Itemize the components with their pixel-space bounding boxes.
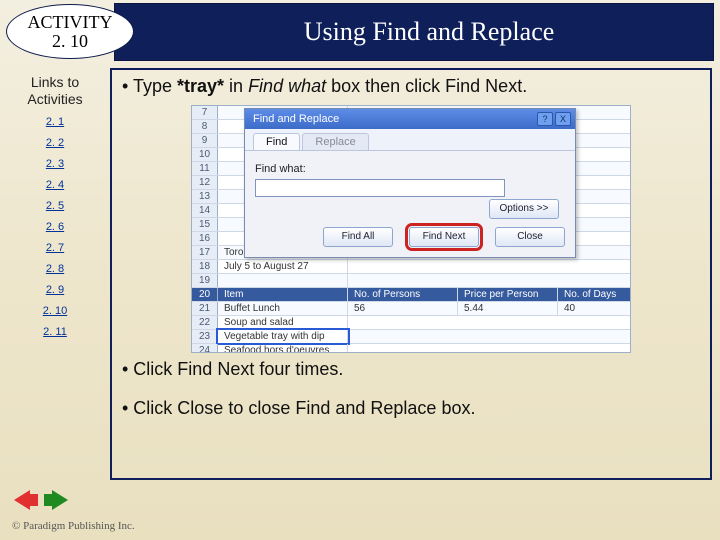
dialog-tabs: Find Replace bbox=[245, 129, 575, 151]
header-row: ACTIVITY 2. 10 Using Find and Replace bbox=[0, 0, 720, 64]
prev-arrow-icon[interactable] bbox=[12, 490, 38, 510]
sidebar-item-2-3[interactable]: 2. 3 bbox=[0, 158, 110, 170]
sheet-row: 19 bbox=[192, 274, 630, 288]
sheet-row: 22 Soup and salad bbox=[192, 316, 630, 330]
activity-label: ACTIVITY bbox=[28, 13, 113, 32]
sheet-row: 18July 5 to August 27 bbox=[192, 260, 630, 274]
dialog-title: Find and Replace bbox=[253, 109, 339, 129]
sidebar-item-2-6[interactable]: 2. 6 bbox=[0, 221, 110, 233]
findwhat-input[interactable] bbox=[255, 179, 505, 197]
sidebar-title: Links to Activities bbox=[0, 74, 110, 108]
dialog-titlebar[interactable]: Find and Replace ? X bbox=[245, 109, 575, 129]
sheet-row: 24 Seafood hors d'oeuvres bbox=[192, 344, 630, 353]
close-icon[interactable]: X bbox=[555, 112, 571, 126]
tab-find[interactable]: Find bbox=[253, 133, 300, 150]
sidebar-item-2-11[interactable]: 2. 11 bbox=[0, 326, 110, 338]
find-next-button[interactable]: Find Next bbox=[409, 227, 479, 247]
sheet-header-row: 20 Item No. of Persons Price per Person … bbox=[192, 288, 630, 302]
instruction-2: • Click Find Next four times. bbox=[122, 359, 700, 380]
active-cell: Vegetable tray with dip bbox=[218, 330, 348, 343]
tab-replace[interactable]: Replace bbox=[302, 133, 368, 150]
sidebar: Links to Activities 2. 1 2. 2 2. 3 2. 4 … bbox=[0, 64, 110, 484]
find-replace-dialog: Find and Replace ? X Find Replace Find w… bbox=[244, 108, 576, 258]
instruction-3: • Click Close to close Find and Replace … bbox=[122, 398, 700, 419]
options-button[interactable]: Options >> bbox=[489, 199, 559, 219]
close-button[interactable]: Close bbox=[495, 227, 565, 247]
sidebar-item-2-10[interactable]: 2. 10 bbox=[0, 305, 110, 317]
sidebar-item-2-1[interactable]: 2. 1 bbox=[0, 116, 110, 128]
help-icon[interactable]: ? bbox=[537, 112, 553, 126]
screenshot: 7 8 9 10 11 12 13 14 15 16 17Toronto Loc… bbox=[191, 105, 631, 353]
copyright: © Paradigm Publishing Inc. bbox=[12, 520, 135, 532]
next-arrow-icon[interactable] bbox=[44, 490, 70, 510]
instruction-1: • Type *tray* in Find what box then clic… bbox=[122, 76, 700, 97]
sheet-row: 21 Buffet Lunch 56 5.44 40 bbox=[192, 302, 630, 316]
sidebar-item-2-4[interactable]: 2. 4 bbox=[0, 179, 110, 191]
sidebar-item-2-8[interactable]: 2. 8 bbox=[0, 263, 110, 275]
sidebar-item-2-5[interactable]: 2. 5 bbox=[0, 200, 110, 212]
content-panel: • Type *tray* in Find what box then clic… bbox=[110, 68, 712, 480]
page-title-bar: Using Find and Replace bbox=[114, 3, 714, 61]
nav-arrows bbox=[12, 490, 70, 510]
sheet-row: 23 Vegetable tray with dip bbox=[192, 330, 630, 344]
activity-badge: ACTIVITY 2. 10 bbox=[6, 4, 134, 59]
sidebar-item-2-7[interactable]: 2. 7 bbox=[0, 242, 110, 254]
activity-number: 2. 10 bbox=[52, 32, 88, 51]
sidebar-item-2-2[interactable]: 2. 2 bbox=[0, 137, 110, 149]
sidebar-item-2-9[interactable]: 2. 9 bbox=[0, 284, 110, 296]
findwhat-label: Find what: bbox=[255, 163, 565, 175]
page-title: Using Find and Replace bbox=[304, 17, 555, 47]
find-all-button[interactable]: Find All bbox=[323, 227, 393, 247]
